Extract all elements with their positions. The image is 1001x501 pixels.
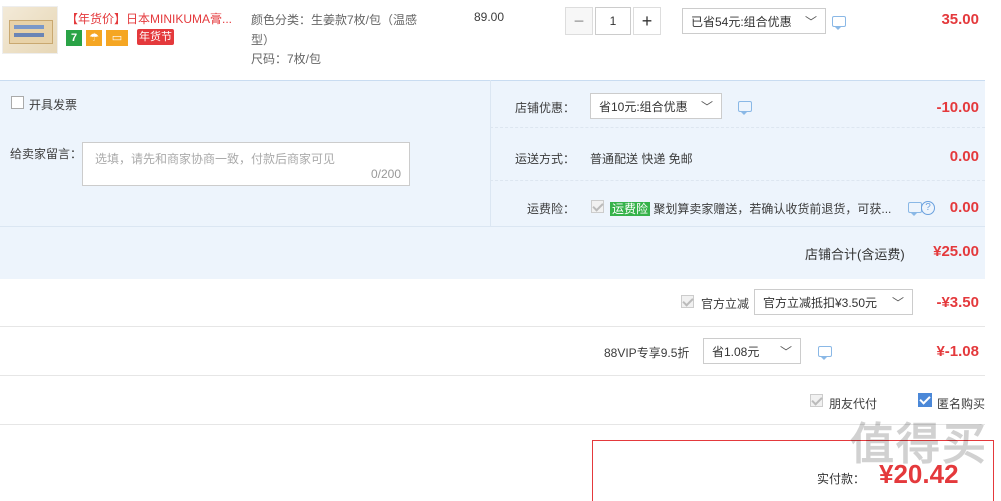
- shop-total-amount: ¥25.00: [933, 243, 979, 260]
- divider: [490, 127, 985, 128]
- friend-pay-checkbox[interactable]: [810, 394, 823, 407]
- insurance-text: 聚划算卖家赠送，若确认收货前退货，可获...: [653, 202, 892, 216]
- official-discount-amount: -¥3.50: [936, 294, 979, 311]
- chat-icon[interactable]: [908, 202, 922, 216]
- seller-message-field[interactable]: 选填，请先和商家协商一致，付款后商家可见 0/200: [82, 142, 410, 186]
- official-discount-value: 官方立减抵扣¥3.50元: [763, 296, 878, 310]
- insurance-info: 运费险 聚划算卖家赠送，若确认收货前退货，可获...: [610, 200, 891, 217]
- chevron-down-icon: ﹀: [779, 345, 792, 359]
- chevron-down-icon: ﹀: [891, 296, 904, 310]
- sku-color: 颜色分类：生姜款7枚/包（温感型）: [251, 13, 418, 47]
- invoice-checkbox[interactable]: [11, 96, 24, 109]
- divider: [0, 424, 985, 425]
- chat-icon[interactable]: [738, 101, 752, 115]
- vip-label: 88VIP专享9.5折: [604, 346, 690, 360]
- watermark-logo: 值得买: [850, 420, 988, 469]
- divider: [0, 326, 985, 327]
- festival-badge: 年货节: [137, 29, 174, 45]
- help-icon[interactable]: ?: [921, 199, 935, 215]
- insurance-label: 运费险：: [527, 202, 576, 216]
- quantity-stepper: − 1 +: [565, 7, 661, 35]
- invoice-label: 开具发票: [29, 98, 78, 112]
- product-thumbnail[interactable]: [2, 6, 58, 54]
- product-promo-value: 已省54元:组合优惠: [691, 15, 792, 29]
- shop-discount-label: 店铺优惠：: [515, 101, 576, 115]
- message-placeholder: 选填，请先和商家协商一致，付款后商家可见: [95, 152, 336, 166]
- insurance-checkbox: [591, 200, 604, 213]
- quantity-minus-button[interactable]: −: [565, 7, 593, 35]
- shipping-value: 普通配送 快递 免邮: [590, 152, 693, 166]
- seven-day-return-icon: 7: [66, 30, 82, 46]
- panel-divider: [490, 80, 491, 226]
- vip-amount: ¥-1.08: [936, 343, 979, 360]
- shipping-amount: 0.00: [949, 148, 979, 165]
- chat-icon[interactable]: [818, 346, 832, 360]
- product-subtotal: 35.00: [941, 11, 979, 28]
- sku-size: 尺码：7枚/包: [251, 52, 322, 66]
- guarantee-icon: ☂: [86, 30, 102, 46]
- product-promo-select[interactable]: 已省54元:组合优惠 ﹀: [682, 8, 826, 34]
- chevron-down-icon: ﹀: [700, 100, 713, 114]
- shop-discount-amount: -10.00: [936, 99, 979, 116]
- vip-select[interactable]: 省1.08元 ﹀: [703, 338, 801, 364]
- shop-discount-value: 省10元:组合优惠: [599, 100, 688, 114]
- insurance-badge: 运费险: [610, 202, 651, 216]
- chevron-down-icon: ﹀: [804, 15, 817, 29]
- card-icon: ▭: [106, 30, 128, 46]
- divider: [0, 375, 985, 376]
- pay-label: 实付款：: [817, 472, 866, 486]
- anonymous-checkbox[interactable]: [918, 393, 932, 407]
- divider: [0, 226, 985, 227]
- divider: [490, 180, 985, 181]
- product-title-link[interactable]: 【年货价】日本MINIKUMA膏...: [66, 10, 232, 27]
- shop-total-label: 店铺合计(含运费): [805, 247, 905, 262]
- chat-icon[interactable]: [832, 16, 846, 30]
- official-discount-checkbox: [681, 295, 694, 308]
- official-discount-select[interactable]: 官方立减抵扣¥3.50元 ﹀: [754, 289, 913, 315]
- message-counter: 0/200: [370, 167, 401, 181]
- vip-value: 省1.08元: [712, 345, 760, 359]
- quantity-plus-button[interactable]: +: [633, 7, 661, 35]
- insurance-amount: 0.00: [949, 199, 979, 216]
- quantity-input[interactable]: 1: [595, 7, 631, 35]
- message-label: 给卖家留言：: [10, 147, 83, 161]
- official-discount-label: 官方立减: [701, 297, 750, 311]
- shop-discount-select[interactable]: 省10元:组合优惠 ﹀: [590, 93, 722, 119]
- unit-price: 89.00: [474, 10, 505, 24]
- shipping-label: 运送方式：: [515, 152, 576, 166]
